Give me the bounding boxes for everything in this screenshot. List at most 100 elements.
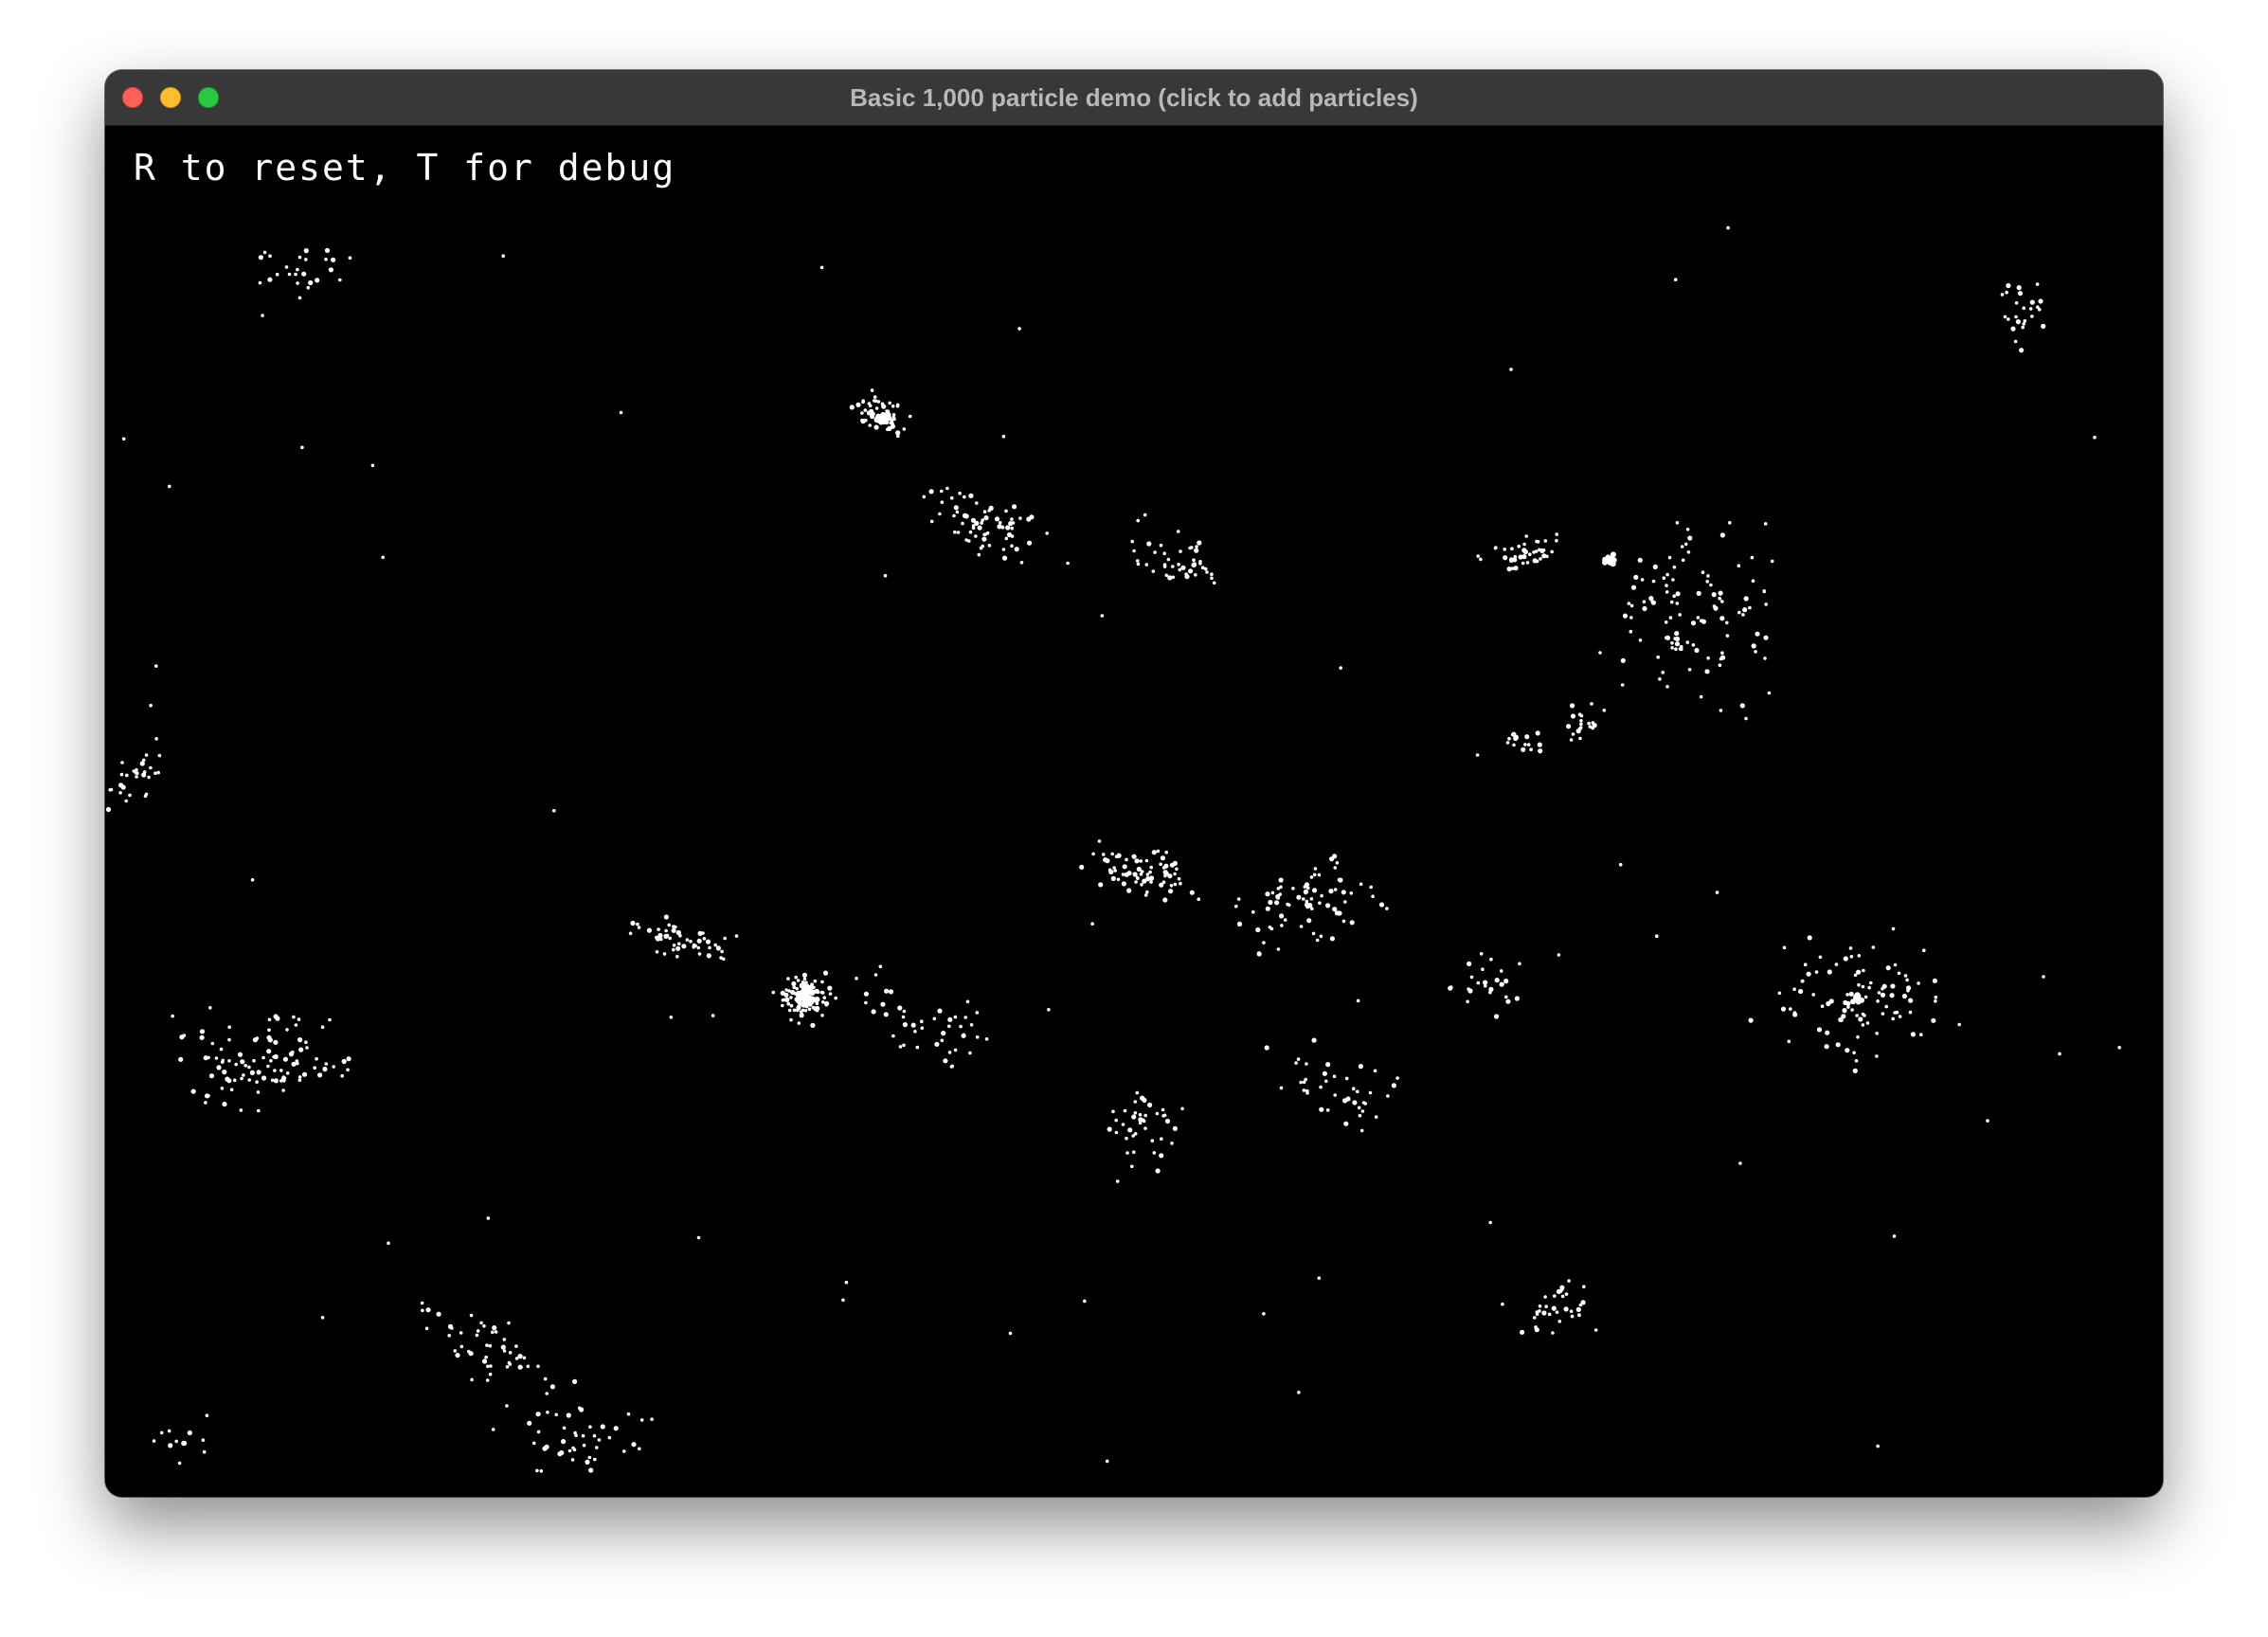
particle <box>1665 572 1669 577</box>
particle <box>1352 1100 1358 1106</box>
particle <box>1889 993 1895 998</box>
particle <box>1845 1048 1850 1053</box>
particle <box>1139 872 1143 876</box>
particle <box>639 1418 644 1422</box>
particle <box>869 411 873 416</box>
particle-canvas[interactable]: R to reset, T for debug <box>105 126 2163 1497</box>
particle <box>1537 742 1542 747</box>
particle <box>317 1072 323 1078</box>
particle <box>1283 918 1287 922</box>
particle <box>1325 1062 1331 1068</box>
particle <box>233 1078 237 1083</box>
particle <box>1155 1111 1160 1116</box>
particle <box>2014 301 2019 305</box>
particle <box>1134 880 1138 884</box>
particle <box>1494 546 1498 549</box>
particle <box>237 1052 243 1057</box>
particle <box>819 265 824 270</box>
particle <box>1738 1161 1742 1165</box>
particle <box>870 388 874 392</box>
particle <box>669 1016 674 1019</box>
particle <box>1875 1054 1879 1058</box>
particle <box>975 1035 980 1039</box>
particle <box>1728 521 1732 525</box>
particle <box>2005 290 2008 295</box>
particle <box>1010 517 1014 521</box>
particle <box>1667 555 1672 560</box>
particle <box>1651 579 1656 584</box>
particle <box>543 1376 548 1381</box>
particle <box>255 1036 260 1040</box>
particle <box>1264 1045 1269 1051</box>
particle <box>1541 1310 1547 1316</box>
particle <box>1499 981 1504 987</box>
particle <box>1687 535 1693 541</box>
particle <box>1602 709 1607 712</box>
particle <box>977 552 981 557</box>
particle <box>1483 980 1488 985</box>
particle <box>1276 887 1281 890</box>
particle <box>252 1058 256 1063</box>
particle <box>1172 1125 1178 1131</box>
particle <box>1315 938 1320 943</box>
particle <box>855 402 861 407</box>
particle <box>240 1076 243 1081</box>
particle <box>1513 735 1519 742</box>
particle <box>1919 1033 1923 1036</box>
particle <box>481 1358 488 1364</box>
title-bar[interactable]: Basic 1,000 particle demo (click to add … <box>105 70 2163 126</box>
particle <box>249 1070 255 1075</box>
particle <box>331 257 336 262</box>
particle <box>1569 738 1574 742</box>
particle <box>982 532 986 537</box>
particle <box>636 922 639 926</box>
particle <box>125 773 129 778</box>
particle <box>1642 600 1647 603</box>
particle <box>860 411 864 415</box>
particle <box>1509 368 1513 371</box>
particle <box>1184 574 1190 580</box>
particle <box>867 402 872 405</box>
particle <box>559 1449 565 1456</box>
particle <box>1737 610 1741 615</box>
particle <box>475 1333 479 1338</box>
particle <box>1116 853 1122 858</box>
particle <box>959 1024 963 1029</box>
particle <box>1665 590 1669 594</box>
particle <box>1302 897 1305 901</box>
particle <box>1881 1012 1885 1016</box>
particle <box>320 1316 325 1320</box>
particle <box>1876 1444 1880 1448</box>
particle <box>199 1034 205 1040</box>
particle <box>1535 730 1540 736</box>
particle <box>1449 985 1453 989</box>
particle <box>296 267 299 272</box>
particle <box>940 1038 945 1043</box>
particle <box>1198 562 1202 566</box>
particle <box>985 531 990 535</box>
particle <box>1780 1006 1787 1012</box>
particle <box>1164 573 1169 578</box>
particle <box>220 1087 225 1090</box>
particle <box>571 1446 575 1450</box>
particle <box>1570 1314 1575 1319</box>
particle <box>2022 306 2025 310</box>
particle <box>975 1011 980 1015</box>
particle <box>974 534 978 538</box>
particle <box>1466 999 1469 1004</box>
hint-text: R to reset, T for debug <box>134 147 676 189</box>
particle <box>324 247 331 253</box>
particle <box>324 257 328 261</box>
particle <box>984 1037 989 1041</box>
particle <box>1670 646 1674 650</box>
particle <box>1551 1305 1557 1311</box>
particle <box>273 1078 279 1084</box>
particle <box>1001 548 1006 551</box>
particle <box>1010 526 1014 531</box>
particle <box>453 1349 458 1353</box>
particle <box>1136 562 1141 567</box>
particle <box>1577 1313 1581 1317</box>
particle <box>1319 934 1323 939</box>
particle <box>702 937 707 941</box>
particle <box>554 1412 558 1417</box>
